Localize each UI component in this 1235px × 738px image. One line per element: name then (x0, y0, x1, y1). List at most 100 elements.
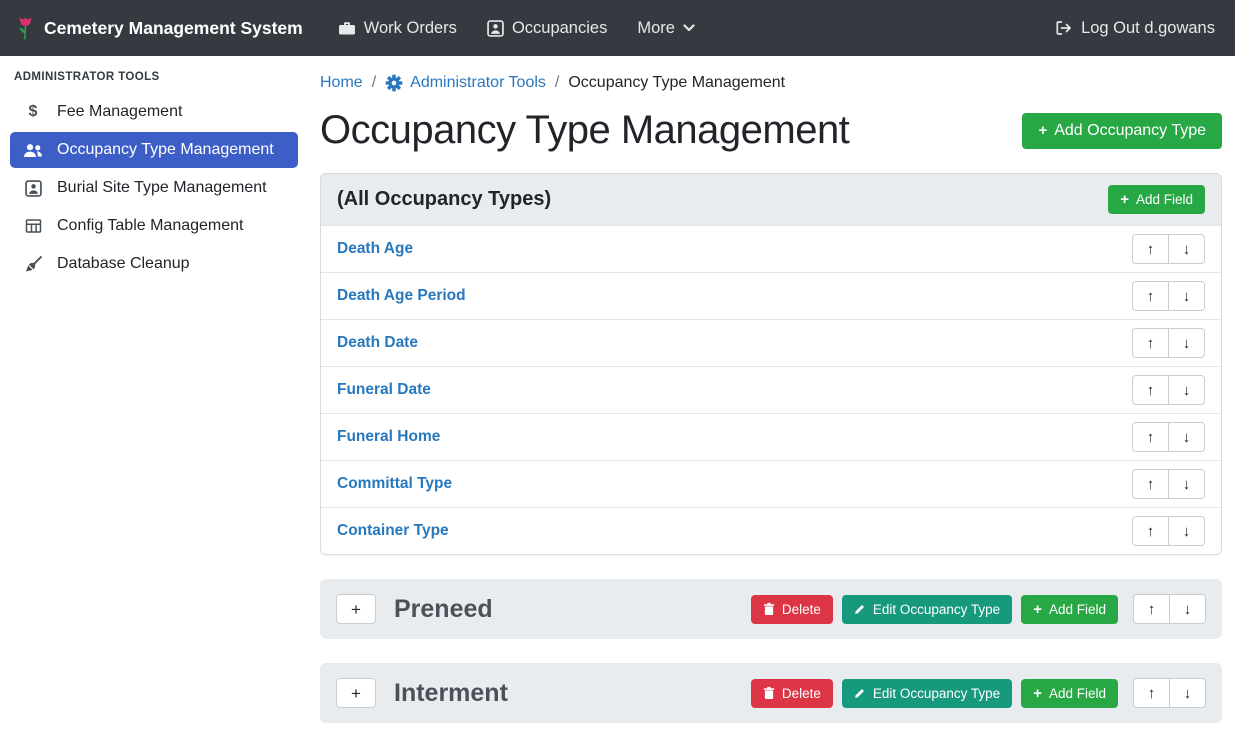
add-field-label: Add Field (1136, 192, 1193, 207)
breadcrumb-administrator-tools[interactable]: Administrator Tools (385, 74, 546, 92)
nav-more[interactable]: More (637, 19, 695, 38)
breadcrumb-home[interactable]: Home (320, 74, 363, 92)
section-title: Preneed (394, 595, 493, 624)
reorder-controls: ↑ ↓ (1132, 328, 1205, 358)
chevron-down-icon (683, 24, 695, 32)
reorder-controls: ↑ ↓ (1132, 469, 1205, 499)
pencil-icon (854, 687, 866, 699)
move-up-button[interactable]: ↑ (1132, 234, 1169, 264)
top-navbar: Cemetery Management System Work Orders O… (0, 0, 1235, 56)
section-actions: Delete Edit Occupancy Type + Add Field ↑… (751, 678, 1206, 708)
field-row: Container Type ↑ ↓ (321, 507, 1221, 554)
edit-occupancy-type-button[interactable]: Edit Occupancy Type (842, 595, 1012, 624)
sidebar-item-occupancy-type-management[interactable]: Occupancy Type Management (10, 132, 298, 168)
sidebar-item-burial-site-type-management[interactable]: Burial Site Type Management (10, 170, 298, 206)
move-up-button[interactable]: ↑ (1132, 328, 1169, 358)
move-down-button[interactable]: ↓ (1168, 422, 1205, 452)
field-link[interactable]: Container Type (337, 522, 449, 540)
breadcrumb-home-label: Home (320, 74, 363, 92)
field-link[interactable]: Death Age (337, 240, 413, 258)
sidebar-item-fee-management[interactable]: $ Fee Management (10, 94, 298, 130)
field-row: Death Age Period ↑ ↓ (321, 272, 1221, 319)
move-down-button[interactable]: ↓ (1168, 516, 1205, 546)
nav-work-orders-label: Work Orders (364, 19, 457, 38)
page-title: Occupancy Type Management (320, 108, 849, 153)
field-link[interactable]: Funeral Home (337, 428, 440, 446)
edit-occupancy-type-label: Edit Occupancy Type (873, 686, 1000, 701)
reorder-controls: ↑ ↓ (1133, 678, 1206, 708)
add-field-button[interactable]: + Add Field (1021, 679, 1118, 708)
add-occupancy-type-button[interactable]: + Add Occupancy Type (1022, 113, 1222, 149)
field-link[interactable]: Funeral Date (337, 381, 431, 399)
sidebar-item-database-cleanup[interactable]: Database Cleanup (10, 246, 298, 282)
breadcrumb: Home / Administrator Tools / Occupanc (320, 56, 1222, 92)
move-up-button[interactable]: ↑ (1132, 375, 1169, 405)
breadcrumb-separator: / (555, 74, 559, 92)
nav-work-orders[interactable]: Work Orders (338, 19, 457, 38)
field-row: Death Date ↑ ↓ (321, 319, 1221, 366)
reorder-controls: ↑ ↓ (1132, 281, 1205, 311)
dollar-icon: $ (22, 103, 44, 121)
nav-occupancies[interactable]: Occupancies (487, 19, 607, 38)
sidebar-item-label: Occupancy Type Management (57, 141, 274, 159)
occupancy-type-section-interment: + Interment Delete Edi (320, 663, 1222, 723)
nav-occupancies-label: Occupancies (512, 19, 607, 38)
expand-button[interactable]: + (336, 594, 376, 624)
move-up-button[interactable]: ↑ (1132, 469, 1169, 499)
field-link[interactable]: Death Date (337, 334, 418, 352)
plus-icon: + (1033, 602, 1042, 617)
edit-occupancy-type-label: Edit Occupancy Type (873, 602, 1000, 617)
move-down-button[interactable]: ↓ (1168, 328, 1205, 358)
delete-button[interactable]: Delete (751, 679, 833, 708)
move-down-button[interactable]: ↓ (1168, 281, 1205, 311)
add-occupancy-type-label: Add Occupancy Type (1054, 122, 1206, 140)
logout-link[interactable]: Log Out d.gowans (1055, 19, 1215, 38)
trash-icon (763, 602, 775, 616)
sidebar-heading: ADMINISTRATOR TOOLS (0, 56, 308, 92)
move-down-button[interactable]: ↓ (1168, 375, 1205, 405)
occupancy-type-section-preneed: + Preneed Delete Edit (320, 579, 1222, 639)
move-up-button[interactable]: ↑ (1132, 422, 1169, 452)
add-field-label: Add Field (1049, 602, 1106, 617)
add-field-button[interactable]: + Add Field (1021, 595, 1118, 624)
field-row: Funeral Home ↑ ↓ (321, 413, 1221, 460)
work-orders-icon (338, 20, 356, 36)
expand-button[interactable]: + (336, 678, 376, 708)
card-title: (All Occupancy Types) (337, 188, 551, 211)
add-field-button[interactable]: + Add Field (1108, 185, 1205, 214)
portrait-icon (22, 180, 44, 197)
reorder-controls: ↑ ↓ (1132, 422, 1205, 452)
move-up-button[interactable]: ↑ (1132, 281, 1169, 311)
field-link[interactable]: Committal Type (337, 475, 452, 493)
trash-icon (763, 686, 775, 700)
move-up-button[interactable]: ↑ (1132, 516, 1169, 546)
logout-icon (1055, 20, 1073, 36)
move-up-button[interactable]: ↑ (1133, 594, 1170, 624)
reorder-controls: ↑ ↓ (1133, 594, 1206, 624)
delete-button[interactable]: Delete (751, 595, 833, 624)
move-up-button[interactable]: ↑ (1133, 678, 1170, 708)
edit-occupancy-type-button[interactable]: Edit Occupancy Type (842, 679, 1012, 708)
reorder-controls: ↑ ↓ (1132, 375, 1205, 405)
move-down-button[interactable]: ↓ (1168, 469, 1205, 499)
plus-icon: + (1038, 123, 1047, 138)
page-header: Occupancy Type Management + Add Occupanc… (320, 108, 1222, 153)
breadcrumb-separator: / (372, 74, 376, 92)
delete-label: Delete (782, 602, 821, 617)
move-down-button[interactable]: ↓ (1169, 678, 1206, 708)
main-content: Home / Administrator Tools / Occupanc (320, 56, 1222, 738)
move-down-button[interactable]: ↓ (1168, 234, 1205, 264)
broom-icon (22, 256, 44, 273)
app-title: Cemetery Management System (44, 18, 303, 39)
add-field-label: Add Field (1049, 686, 1106, 701)
app-brand[interactable]: Cemetery Management System (16, 15, 303, 41)
field-link[interactable]: Death Age Period (337, 287, 466, 305)
sidebar-item-config-table-management[interactable]: Config Table Management (10, 208, 298, 244)
delete-label: Delete (782, 686, 821, 701)
pencil-icon (854, 603, 866, 615)
sidebar-item-label: Config Table Management (57, 217, 244, 235)
plus-icon: + (1120, 192, 1129, 207)
move-down-button[interactable]: ↓ (1169, 594, 1206, 624)
occupancies-icon (487, 20, 504, 37)
field-row: Death Age ↑ ↓ (321, 225, 1221, 272)
